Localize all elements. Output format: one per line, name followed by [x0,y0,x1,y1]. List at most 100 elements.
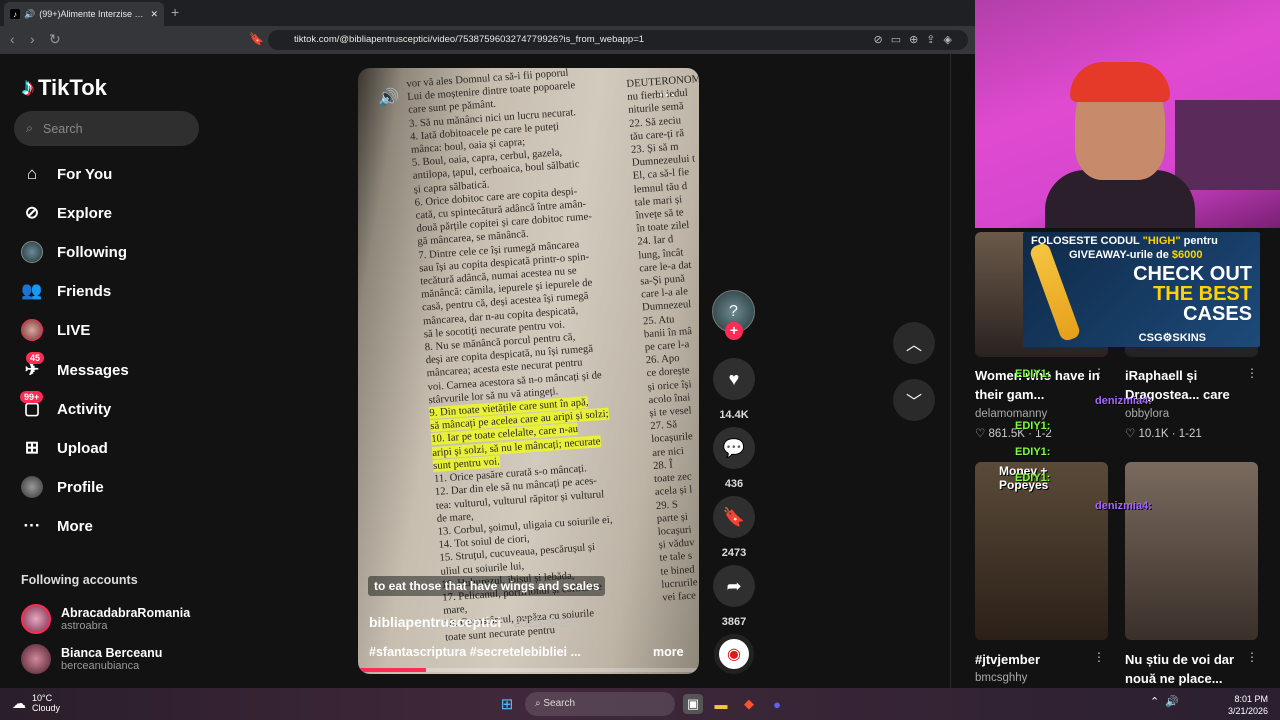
video-card-user[interactable]: bmcsghhy [975,672,1027,684]
sponsor-ad-overlay: FOLOSESTE CODUL "HIGH" pentru GIVEAWAY-u… [1023,232,1260,347]
video-card-user[interactable]: delamomanny [975,408,1047,420]
ad-brand: CSG⚙SKINS [1138,332,1206,344]
search-input[interactable]: ⌕ Search [14,111,199,146]
progress-fill [358,668,427,672]
chat-name: EDIY1: [1015,368,1051,380]
nav-messages[interactable]: ✈ 45 Messages [20,352,129,383]
windows-taskbar: ☁ 10°C Cloudy ⊞ ⌕ Search ▣ ▬ ◆ ● ⌃🔊 8:01 … [0,688,1280,720]
video-progress-bar[interactable] [358,668,699,672]
close-tab-icon[interactable]: ✕ [150,9,158,20]
file-explorer-icon[interactable]: ▬ [711,694,731,714]
card-menu-icon[interactable]: ⋮ [1093,650,1105,664]
taskbar-search[interactable]: ⌕ Search [525,692,675,716]
new-tab-button[interactable]: + [171,4,179,20]
video-card-title[interactable]: #jtvjember [975,650,1100,669]
more-dots-icon: ··· [23,516,41,535]
comment-button[interactable]: 💬 436 [713,427,755,490]
music-disc-icon[interactable]: ◉ [714,634,754,674]
following-account[interactable]: Bianca Berceanu berceanubianca [21,644,162,674]
profile-avatar-icon [21,476,43,498]
card-menu-icon[interactable]: ⋮ [1093,366,1105,380]
chevron-down-icon: ﹀ [905,394,922,411]
share-button[interactable]: ➦ 3867 [713,565,755,628]
save-button[interactable]: 🔖 2473 [713,496,755,559]
back-icon[interactable]: ‹ [10,31,15,47]
nav-more[interactable]: ··· More [20,513,93,539]
nav-for-you[interactable]: ⌂ For You [20,161,112,187]
tab-title: (99+)Alimente Interzise De Bi [39,9,147,19]
card-menu-icon[interactable]: ⋮ [1246,366,1258,380]
chevron-up-icon: ︿ [905,337,922,354]
page-lines: vor vă ales Domnul ca să-i fii poporul Lu… [406,68,653,407]
video-subtitle: to eat those that have wings and scales [368,576,606,596]
next-video-button[interactable]: ﹀ [893,379,935,421]
share-count: 3867 [721,616,747,628]
like-count: 14.4K [719,409,749,421]
follow-plus-button[interactable]: + [725,322,743,340]
activity-badge: 99+ [20,391,44,403]
bookmark-icon[interactable]: 🔖 [249,32,264,46]
discord-icon[interactable]: ● [767,694,787,714]
video-options-icon[interactable]: ··· [658,84,676,105]
video-card-user[interactable]: obbylora [1125,408,1169,420]
card-menu-icon[interactable]: ⋮ [1246,650,1258,664]
browser-tab[interactable]: ♪ 🔊 (99+)Alimente Interzise De Bi ✕ [4,2,164,26]
share-arrow-icon: ➦ [713,565,755,607]
chat-name: EDIY1: [1015,446,1051,458]
tiktok-logo[interactable]: ♪ TikTok [22,74,107,102]
following-avatar-icon [21,241,43,263]
windows-start-icon[interactable]: ⊞ [497,694,517,714]
messages-badge: 45 [26,352,45,364]
nav-live[interactable]: LIVE [20,317,90,343]
account-avatar [21,604,51,634]
browser-tab-bar: ♪ 🔊 (99+)Alimente Interzise De Bi ✕ + [0,0,975,26]
url-bar[interactable]: tiktok.com/@bibliapentrusceptici/video/7… [268,30,968,50]
nav-activity[interactable]: ▢ 99+ Activity [20,391,111,422]
description-more-button[interactable]: more [653,645,684,659]
account-avatar [21,644,51,674]
tiktok-favicon-icon: ♪ [10,9,20,19]
panel-divider [950,54,951,688]
system-tray[interactable]: ⌃🔊 [1150,695,1185,708]
forward-icon[interactable]: › [30,31,35,47]
video-card-title[interactable]: Nu știu de voi dar nouă ne place... [1125,650,1250,688]
reload-icon[interactable]: ↻ [49,31,61,48]
activity-icon: ▢ 99+ [20,391,44,421]
address-toolbar: ‹ › ↻ 🔖 tiktok.com/@bibliapentrusceptici… [0,26,975,54]
nav-upload[interactable]: ⊞ Upload [20,435,108,461]
toolbar-icons[interactable]: ⊘▭⊕⇪◈ [873,33,960,46]
video-thumbnail[interactable]: Money + Popeyes [975,462,1108,640]
task-view-icon[interactable]: ▣ [683,694,703,714]
compass-icon: ⊘ [24,203,40,222]
like-button[interactable]: ♥ 14.4K [713,358,755,421]
nav-friends[interactable]: 👥 Friends [20,278,111,304]
nav-following[interactable]: Following [20,239,127,265]
chat-name: denizmia4: [1095,395,1152,407]
video-hashtags[interactable]: #sfantascriptura #secretelebibliei ... [369,645,581,659]
tiktok-app: ♪ TikTok ⌕ Search ⌂ For You ⊘ Explore Foll… [0,54,975,688]
webcam-overlay [975,0,1280,228]
comment-icon: 💬 [713,427,755,469]
video-author[interactable]: bibliapentrusceptici · 2025-8-15 [369,614,572,630]
video-player[interactable]: vor vă ales Domnul ca să-i fii poporul Lu… [358,68,699,674]
following-accounts-header: Following accounts [21,573,138,587]
heart-outline-icon: ♡ [1125,428,1139,440]
save-count: 2473 [721,547,747,559]
live-icon [21,319,43,341]
chat-name: EDIY1: [1015,420,1051,432]
nav-explore[interactable]: ⊘ Explore [20,200,112,226]
taskbar-clock[interactable]: 8:01 PM 3/21/2026 [1226,693,1268,717]
previous-video-button[interactable]: ︿ [893,322,935,364]
messages-icon: ✈ 45 [20,352,45,382]
volume-icon[interactable]: 🔊 [378,88,399,108]
comment-count: 436 [724,478,744,490]
chat-name: denizmia4: [1095,500,1152,512]
weather-widget[interactable]: ☁ 10°C Cloudy [12,693,60,713]
home-icon: ⌂ [26,164,38,183]
search-icon: ⌕ [26,121,34,135]
following-account[interactable]: AbracadabraRomania astroabra [21,604,190,634]
nav-profile[interactable]: Profile [20,474,104,500]
video-thumbnail[interactable] [1125,462,1258,640]
brave-browser-icon[interactable]: ◆ [739,694,759,714]
bookmark-icon: 🔖 [713,496,755,538]
